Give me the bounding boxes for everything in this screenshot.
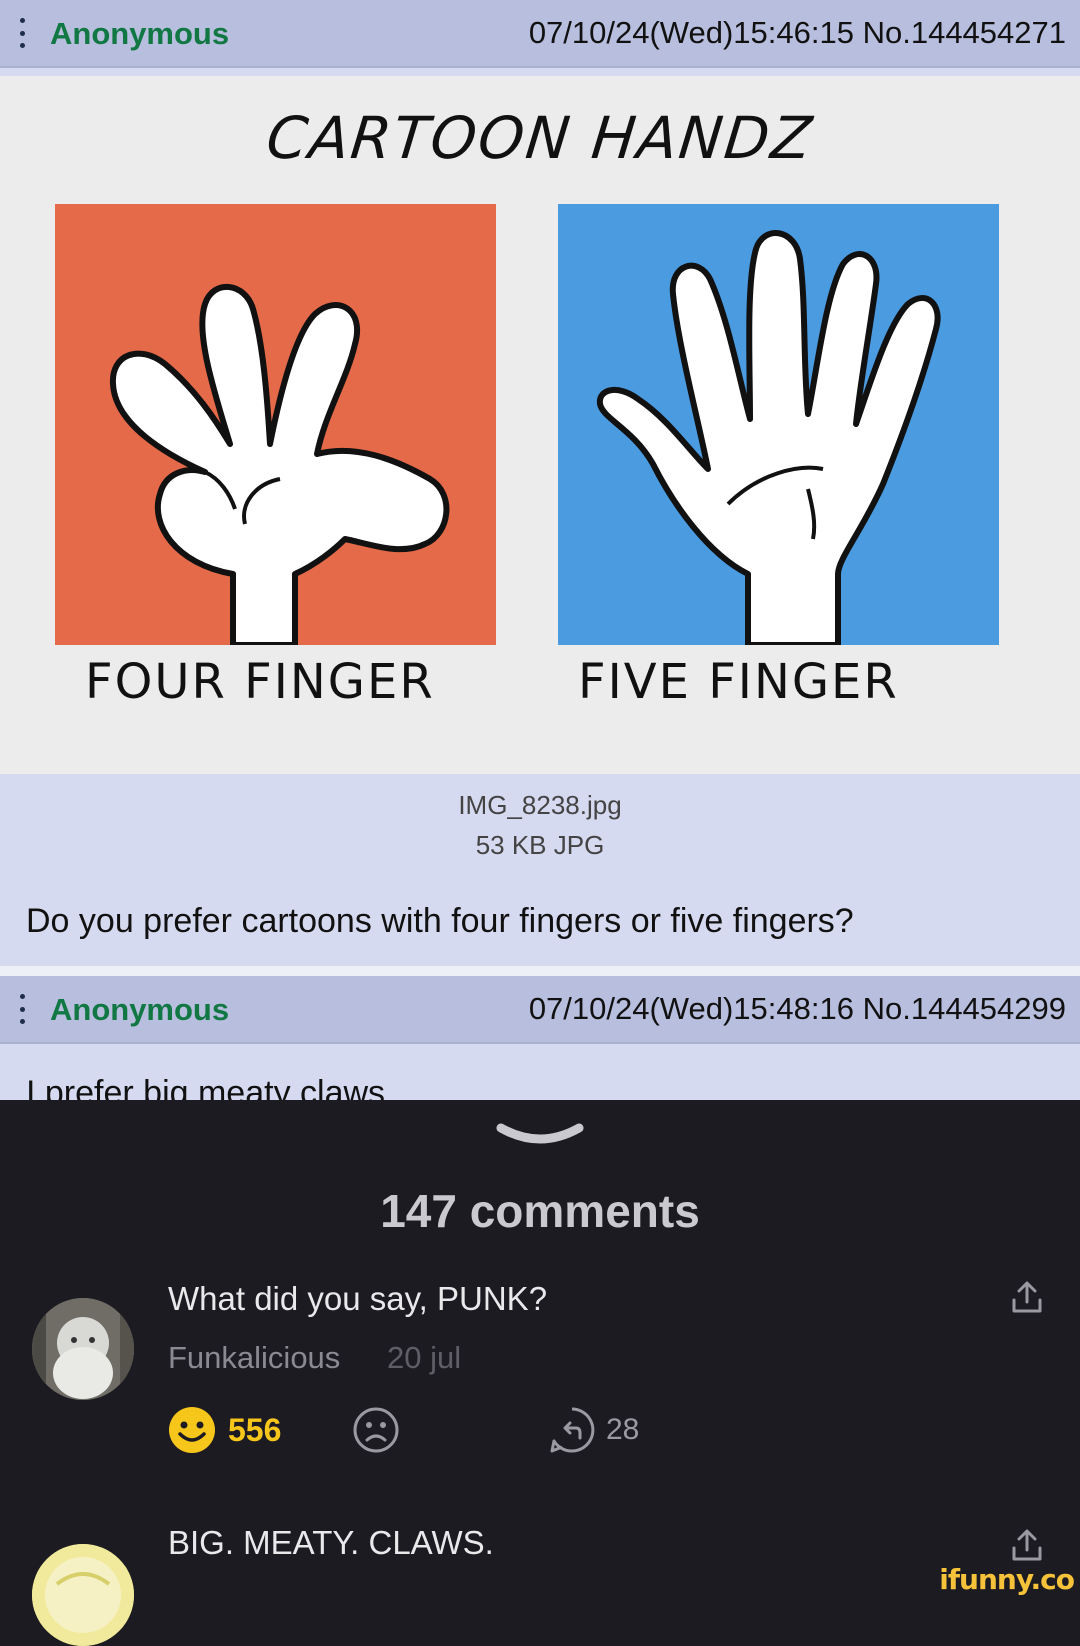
more-options-icon[interactable] xyxy=(18,994,26,1024)
file-size: 53 KB JPG xyxy=(475,830,605,860)
share-icon[interactable] xyxy=(1009,1280,1045,1316)
poster-name: Anonymous xyxy=(50,16,230,51)
comments-section: 147 comments What did you say, PUNK? Fun… xyxy=(0,1100,1080,1646)
chevron-down-icon[interactable] xyxy=(495,1120,585,1150)
post-meta: 07/10/24(Wed)15:46:15 No.144454271 xyxy=(528,15,1066,50)
post-header: Anonymous 07/10/24(Wed)15:46:15 No.14445… xyxy=(0,0,1080,68)
right-caption: FIVE FINGER xyxy=(578,654,899,710)
file-name[interactable]: IMG_8238.jpg xyxy=(0,790,1080,821)
more-options-icon[interactable] xyxy=(18,18,26,48)
image-title: CARTOON HANDZ xyxy=(263,104,817,172)
unsmile-icon[interactable] xyxy=(352,1406,400,1454)
screenshot-post-area: Anonymous 07/10/24(Wed)15:46:15 No.14445… xyxy=(0,0,1080,1100)
reply-header: Anonymous 07/10/24(Wed)15:48:16 No.14445… xyxy=(0,976,1080,1044)
left-caption: FOUR FINGER xyxy=(85,654,435,710)
reply-text: I prefer big meaty claws xyxy=(26,1074,386,1100)
post-meta: 07/10/24(Wed)15:48:16 No.144454299 xyxy=(528,991,1066,1026)
avatar[interactable] xyxy=(32,1298,134,1400)
post-image[interactable]: CARTOON HANDZ FOUR FINGER FIVE FINGER xyxy=(0,76,1080,774)
reply-icon[interactable] xyxy=(548,1406,596,1454)
post-text: Do you prefer cartoons with four fingers… xyxy=(26,902,854,940)
comments-count: 147 comments xyxy=(380,1185,700,1237)
share-icon[interactable] xyxy=(1009,1528,1045,1564)
five-finger-hand-icon xyxy=(596,230,941,645)
ifunny-watermark: ifunny.co xyxy=(939,1563,1075,1596)
comment-date: 20 jul xyxy=(387,1340,462,1375)
poster-name: Anonymous xyxy=(50,992,230,1027)
avatar[interactable] xyxy=(32,1544,134,1646)
reply-count: 28 xyxy=(606,1413,640,1446)
reply-action[interactable]: 28 xyxy=(548,1406,639,1454)
four-finger-panel xyxy=(55,204,496,645)
comment-text: BIG. MEATY. CLAWS. xyxy=(168,1524,494,1561)
post-separator xyxy=(0,966,1080,976)
four-finger-hand-icon xyxy=(109,284,450,645)
five-finger-panel xyxy=(558,204,999,645)
smile-action[interactable]: 556 xyxy=(168,1406,281,1454)
comment-username[interactable]: Funkalicious xyxy=(168,1340,340,1376)
comment-text: What did you say, PUNK? xyxy=(168,1280,548,1317)
smile-count: 556 xyxy=(228,1411,282,1448)
smile-icon[interactable] xyxy=(168,1406,216,1454)
